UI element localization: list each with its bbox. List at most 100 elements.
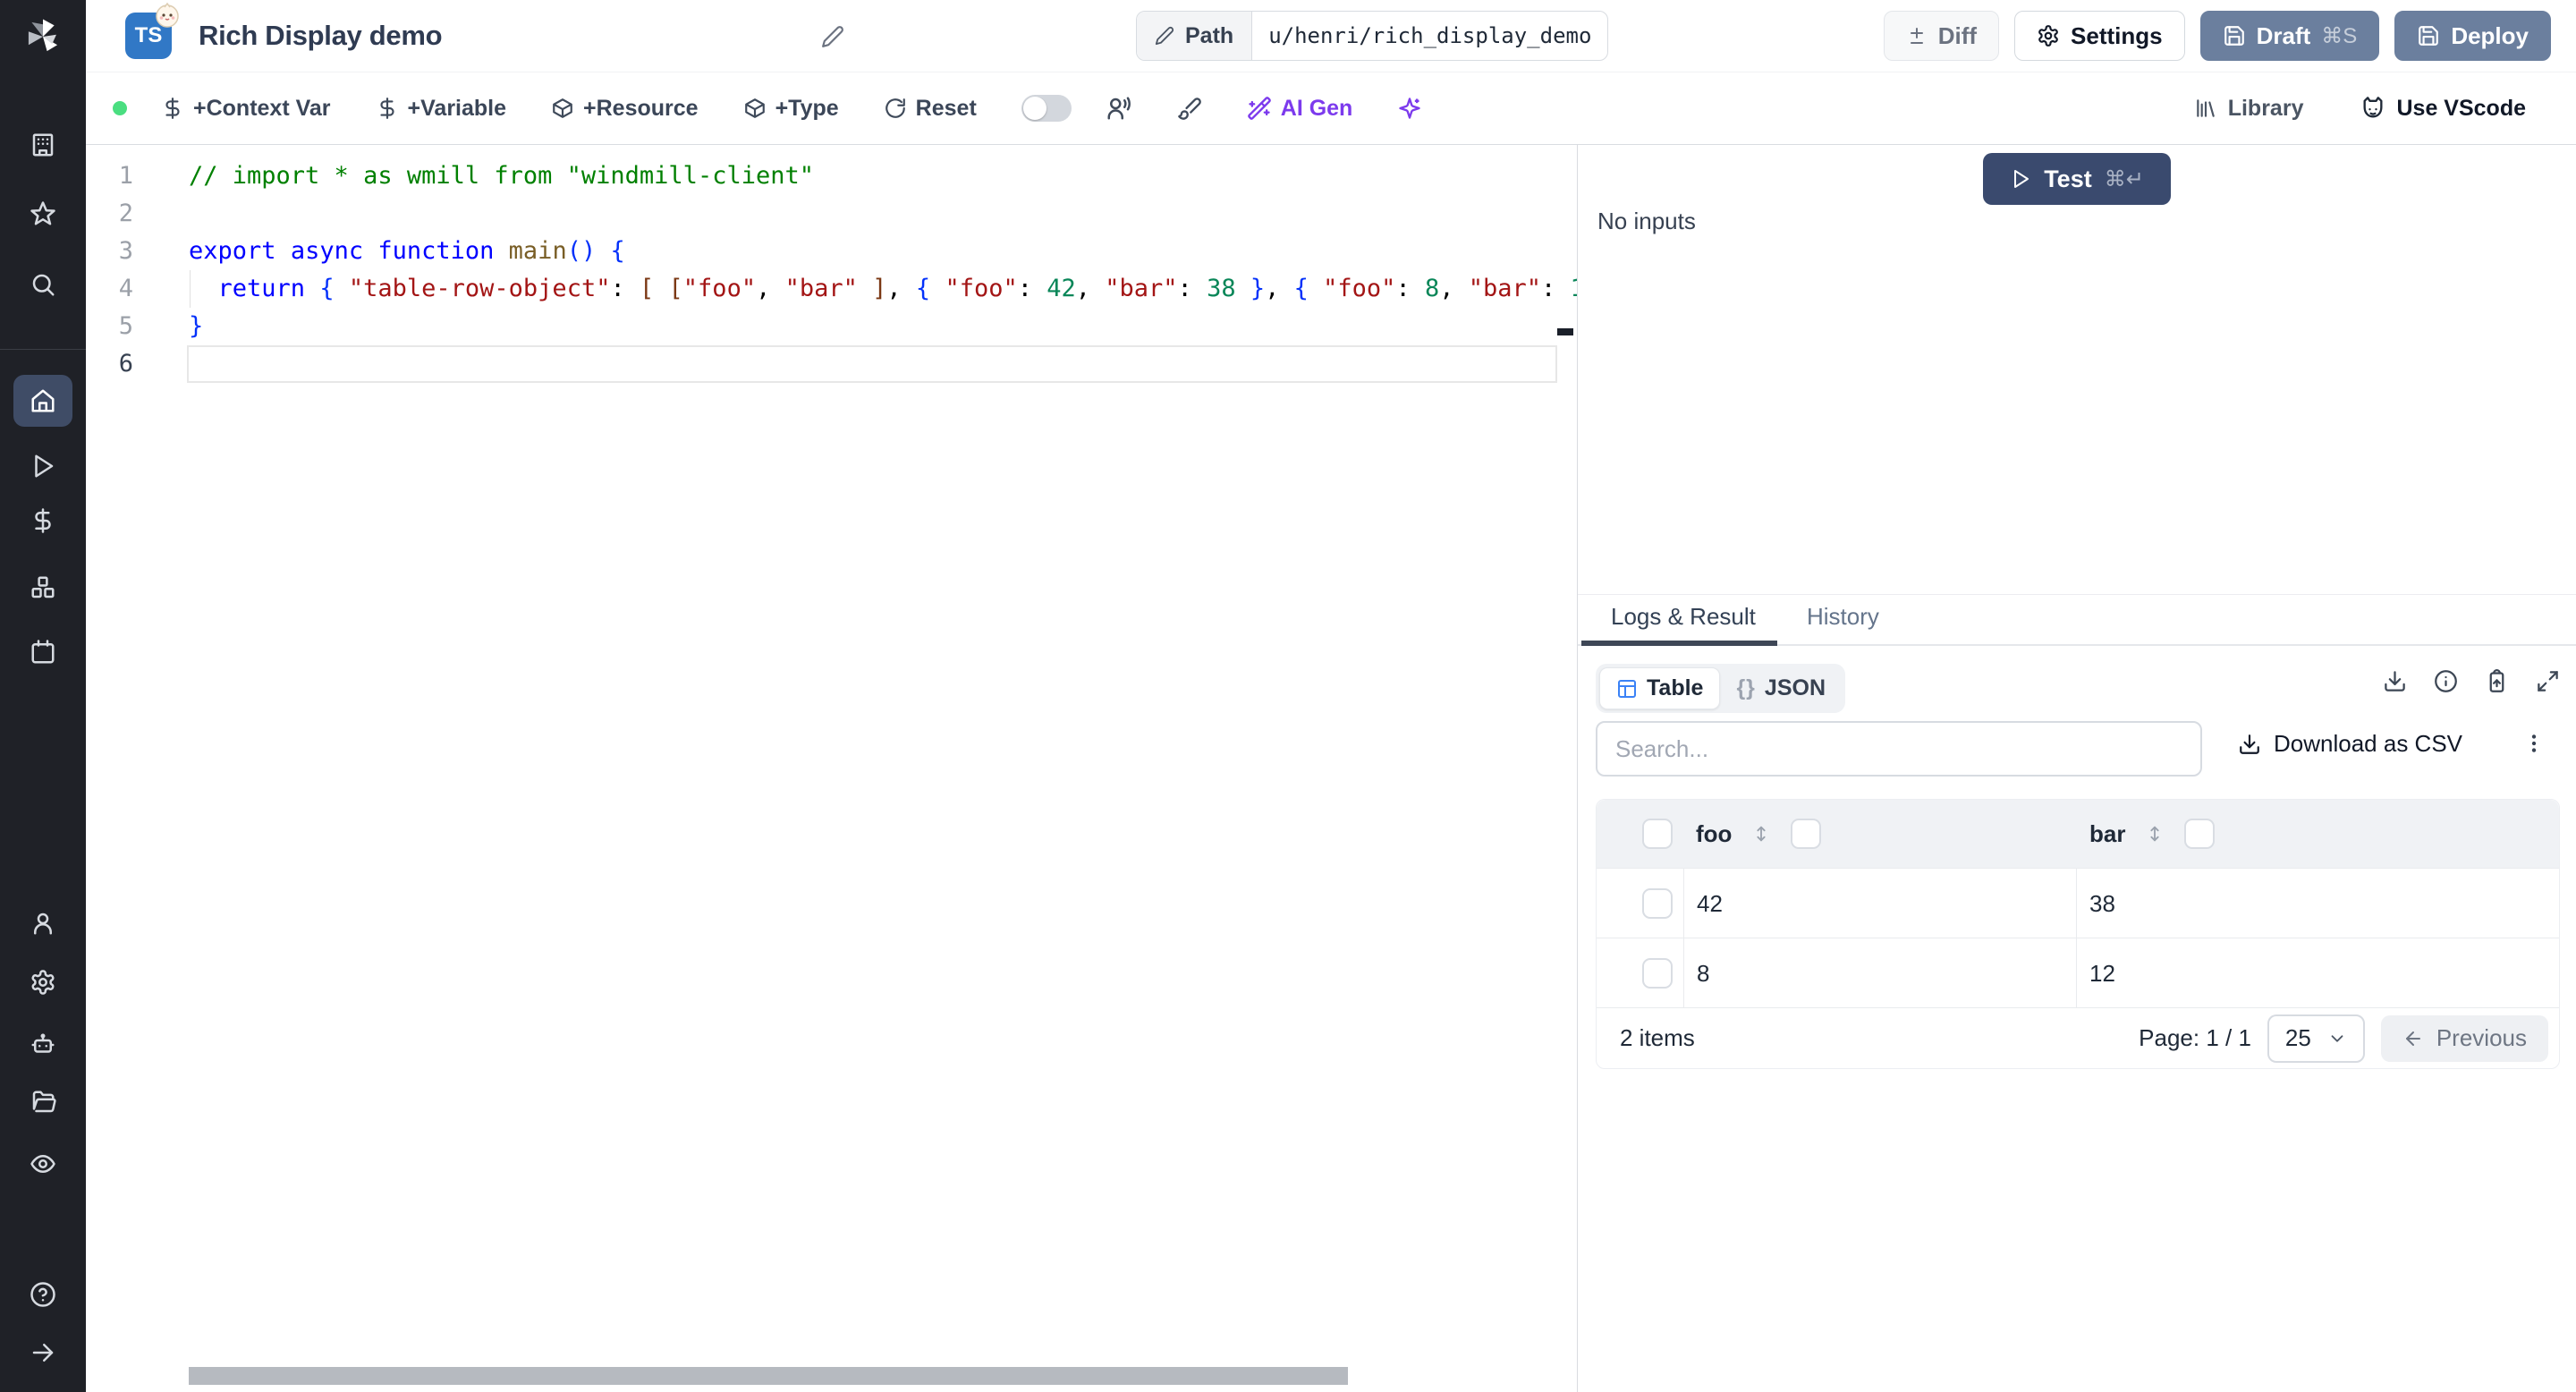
row-checkbox[interactable] xyxy=(1642,888,1673,919)
diff-button[interactable]: Diff xyxy=(1884,11,1999,61)
horizontal-scrollbar[interactable] xyxy=(189,1367,1348,1385)
column-bar-checkbox[interactable] xyxy=(2184,819,2215,849)
sidebar-item-runs[interactable] xyxy=(30,453,56,480)
topbar: TS Rich Display demo xyxy=(86,0,2576,72)
table-icon xyxy=(1616,678,1638,700)
library-icon xyxy=(2194,97,2217,120)
editor-code[interactable]: // import * as wmill from "windmill-clie… xyxy=(189,157,1577,383)
multiplayer-toggle[interactable] xyxy=(1021,95,1072,122)
code-line[interactable]: // import * as wmill from "windmill-clie… xyxy=(189,157,1577,195)
users-icon xyxy=(1106,95,1132,122)
sidebar-item-help[interactable] xyxy=(30,1281,56,1308)
code-editor[interactable]: 123456 // import * as wmill from "windmi… xyxy=(86,145,1577,1392)
play-icon xyxy=(2010,168,2031,190)
add-type-button[interactable]: +Type xyxy=(743,96,839,122)
use-vscode-button[interactable]: Use VScode xyxy=(2360,96,2526,122)
dollar-icon xyxy=(161,97,184,120)
sidebar-item-settings[interactable] xyxy=(30,969,56,996)
content-row: 123456 // import * as wmill from "windmi… xyxy=(86,145,2576,1392)
eye-icon xyxy=(30,1150,56,1177)
arrow-right-icon xyxy=(30,1339,56,1366)
sidebar-item-users[interactable] xyxy=(30,910,56,937)
sidebar-item-workspaces[interactable] xyxy=(30,132,56,158)
arrow-left-icon xyxy=(2402,1028,2424,1049)
status-dot-icon xyxy=(113,101,127,115)
add-context-var-button[interactable]: +Context Var xyxy=(161,96,331,122)
search-icon xyxy=(30,271,56,298)
draft-button[interactable]: Draft ⌘S xyxy=(2200,11,2380,61)
view-table-chip[interactable]: Table xyxy=(1599,667,1720,709)
code-line[interactable]: } xyxy=(189,308,1577,345)
gear-icon xyxy=(2037,24,2060,47)
bot-icon xyxy=(30,1031,56,1058)
library-button[interactable]: Library xyxy=(2194,96,2304,122)
settings-button[interactable]: Settings xyxy=(2014,11,2185,61)
sidebar xyxy=(0,0,86,1392)
edit-summary-pencil-icon[interactable] xyxy=(821,25,844,48)
row-checkbox[interactable] xyxy=(1642,958,1673,989)
sparkles-icon[interactable] xyxy=(1397,96,1422,121)
table-footer: 2 items Page: 1 / 1 25 Previous xyxy=(1597,1007,2559,1068)
save-icon xyxy=(2417,24,2440,47)
reset-button[interactable]: Reset xyxy=(884,96,977,122)
view-json-chip[interactable]: {} JSON xyxy=(1720,668,1842,709)
sidebar-item-workers[interactable] xyxy=(30,1031,56,1058)
result-table: foo bar 4238812 2 items Page: 1 xyxy=(1596,799,2560,1069)
previous-page-button[interactable]: Previous xyxy=(2381,1015,2548,1062)
add-resource-button[interactable]: +Resource xyxy=(551,96,699,122)
code-line[interactable]: export async function main() { xyxy=(189,233,1577,270)
sidebar-item-expand[interactable] xyxy=(30,1339,56,1366)
building-icon xyxy=(30,132,56,158)
tab-logs-result[interactable]: Logs & Result xyxy=(1611,603,1756,631)
sidebar-item-folders[interactable] xyxy=(30,1089,56,1116)
expand-icon[interactable] xyxy=(2536,669,2560,693)
download-csv-button[interactable]: Download as CSV xyxy=(2238,730,2462,758)
active-tab-underline xyxy=(1581,641,1777,646)
cell-foo: 42 xyxy=(1683,869,2076,938)
panel-tabs: Logs & Result History xyxy=(1578,594,2576,646)
path-label: Path xyxy=(1185,23,1233,49)
info-icon[interactable] xyxy=(2434,669,2458,693)
tab-history[interactable]: History xyxy=(1807,603,1879,631)
select-all-checkbox[interactable] xyxy=(1642,819,1673,849)
code-line[interactable]: return { "table-row-object": [ ["foo", "… xyxy=(189,270,1577,308)
draft-shortcut: ⌘S xyxy=(2321,23,2357,49)
cell-foo: 8 xyxy=(1683,938,2076,1008)
path-value[interactable]: u/henri/rich_display_demo xyxy=(1252,12,1607,60)
search-input[interactable] xyxy=(1596,721,2202,777)
sidebar-item-resources[interactable] xyxy=(30,574,56,601)
download-icon xyxy=(2238,733,2261,756)
test-button[interactable]: Test ⌘↵ xyxy=(1983,153,2171,205)
sidebar-item-favorites[interactable] xyxy=(30,200,56,227)
view-toggle: Table {} JSON xyxy=(1596,664,1845,713)
kebab-menu-icon[interactable] xyxy=(2522,732,2546,755)
sort-icon[interactable] xyxy=(2145,824,2165,844)
calendar-icon xyxy=(30,639,56,666)
path-button[interactable]: Path xyxy=(1137,12,1252,60)
sidebar-item-schedules[interactable] xyxy=(30,639,56,666)
result-panel: Test ⌘↵ No inputs Logs & Result History … xyxy=(1577,145,2576,1392)
deploy-button[interactable]: Deploy xyxy=(2394,11,2551,61)
typescript-badge[interactable]: TS xyxy=(125,13,172,59)
sidebar-item-search[interactable] xyxy=(30,271,56,298)
format-brush-icon[interactable] xyxy=(1177,96,1202,121)
ai-gen-button[interactable]: AI Gen xyxy=(1247,96,1353,122)
code-line[interactable] xyxy=(189,195,1577,233)
play-icon xyxy=(30,453,56,480)
download-icon[interactable] xyxy=(2383,669,2407,693)
cell-bar: 38 xyxy=(2076,869,2559,938)
line-number: 6 xyxy=(86,345,133,383)
column-foo-checkbox[interactable] xyxy=(1791,819,1821,849)
add-variable-button[interactable]: +Variable xyxy=(376,96,507,122)
gear-icon xyxy=(30,969,56,996)
windmill-logo-icon[interactable] xyxy=(22,16,64,57)
sidebar-item-home[interactable] xyxy=(13,375,72,427)
page-size-select[interactable]: 25 xyxy=(2267,1014,2365,1063)
path-group[interactable]: Path u/henri/rich_display_demo xyxy=(1136,11,1608,61)
sidebar-item-audit-logs[interactable] xyxy=(30,1150,56,1177)
copy-result-icon[interactable] xyxy=(2485,669,2509,693)
code-line[interactable] xyxy=(189,345,1577,383)
sidebar-item-variables[interactable] xyxy=(30,507,56,534)
table-body: 4238812 xyxy=(1597,868,2559,1007)
sort-icon[interactable] xyxy=(1751,824,1771,844)
